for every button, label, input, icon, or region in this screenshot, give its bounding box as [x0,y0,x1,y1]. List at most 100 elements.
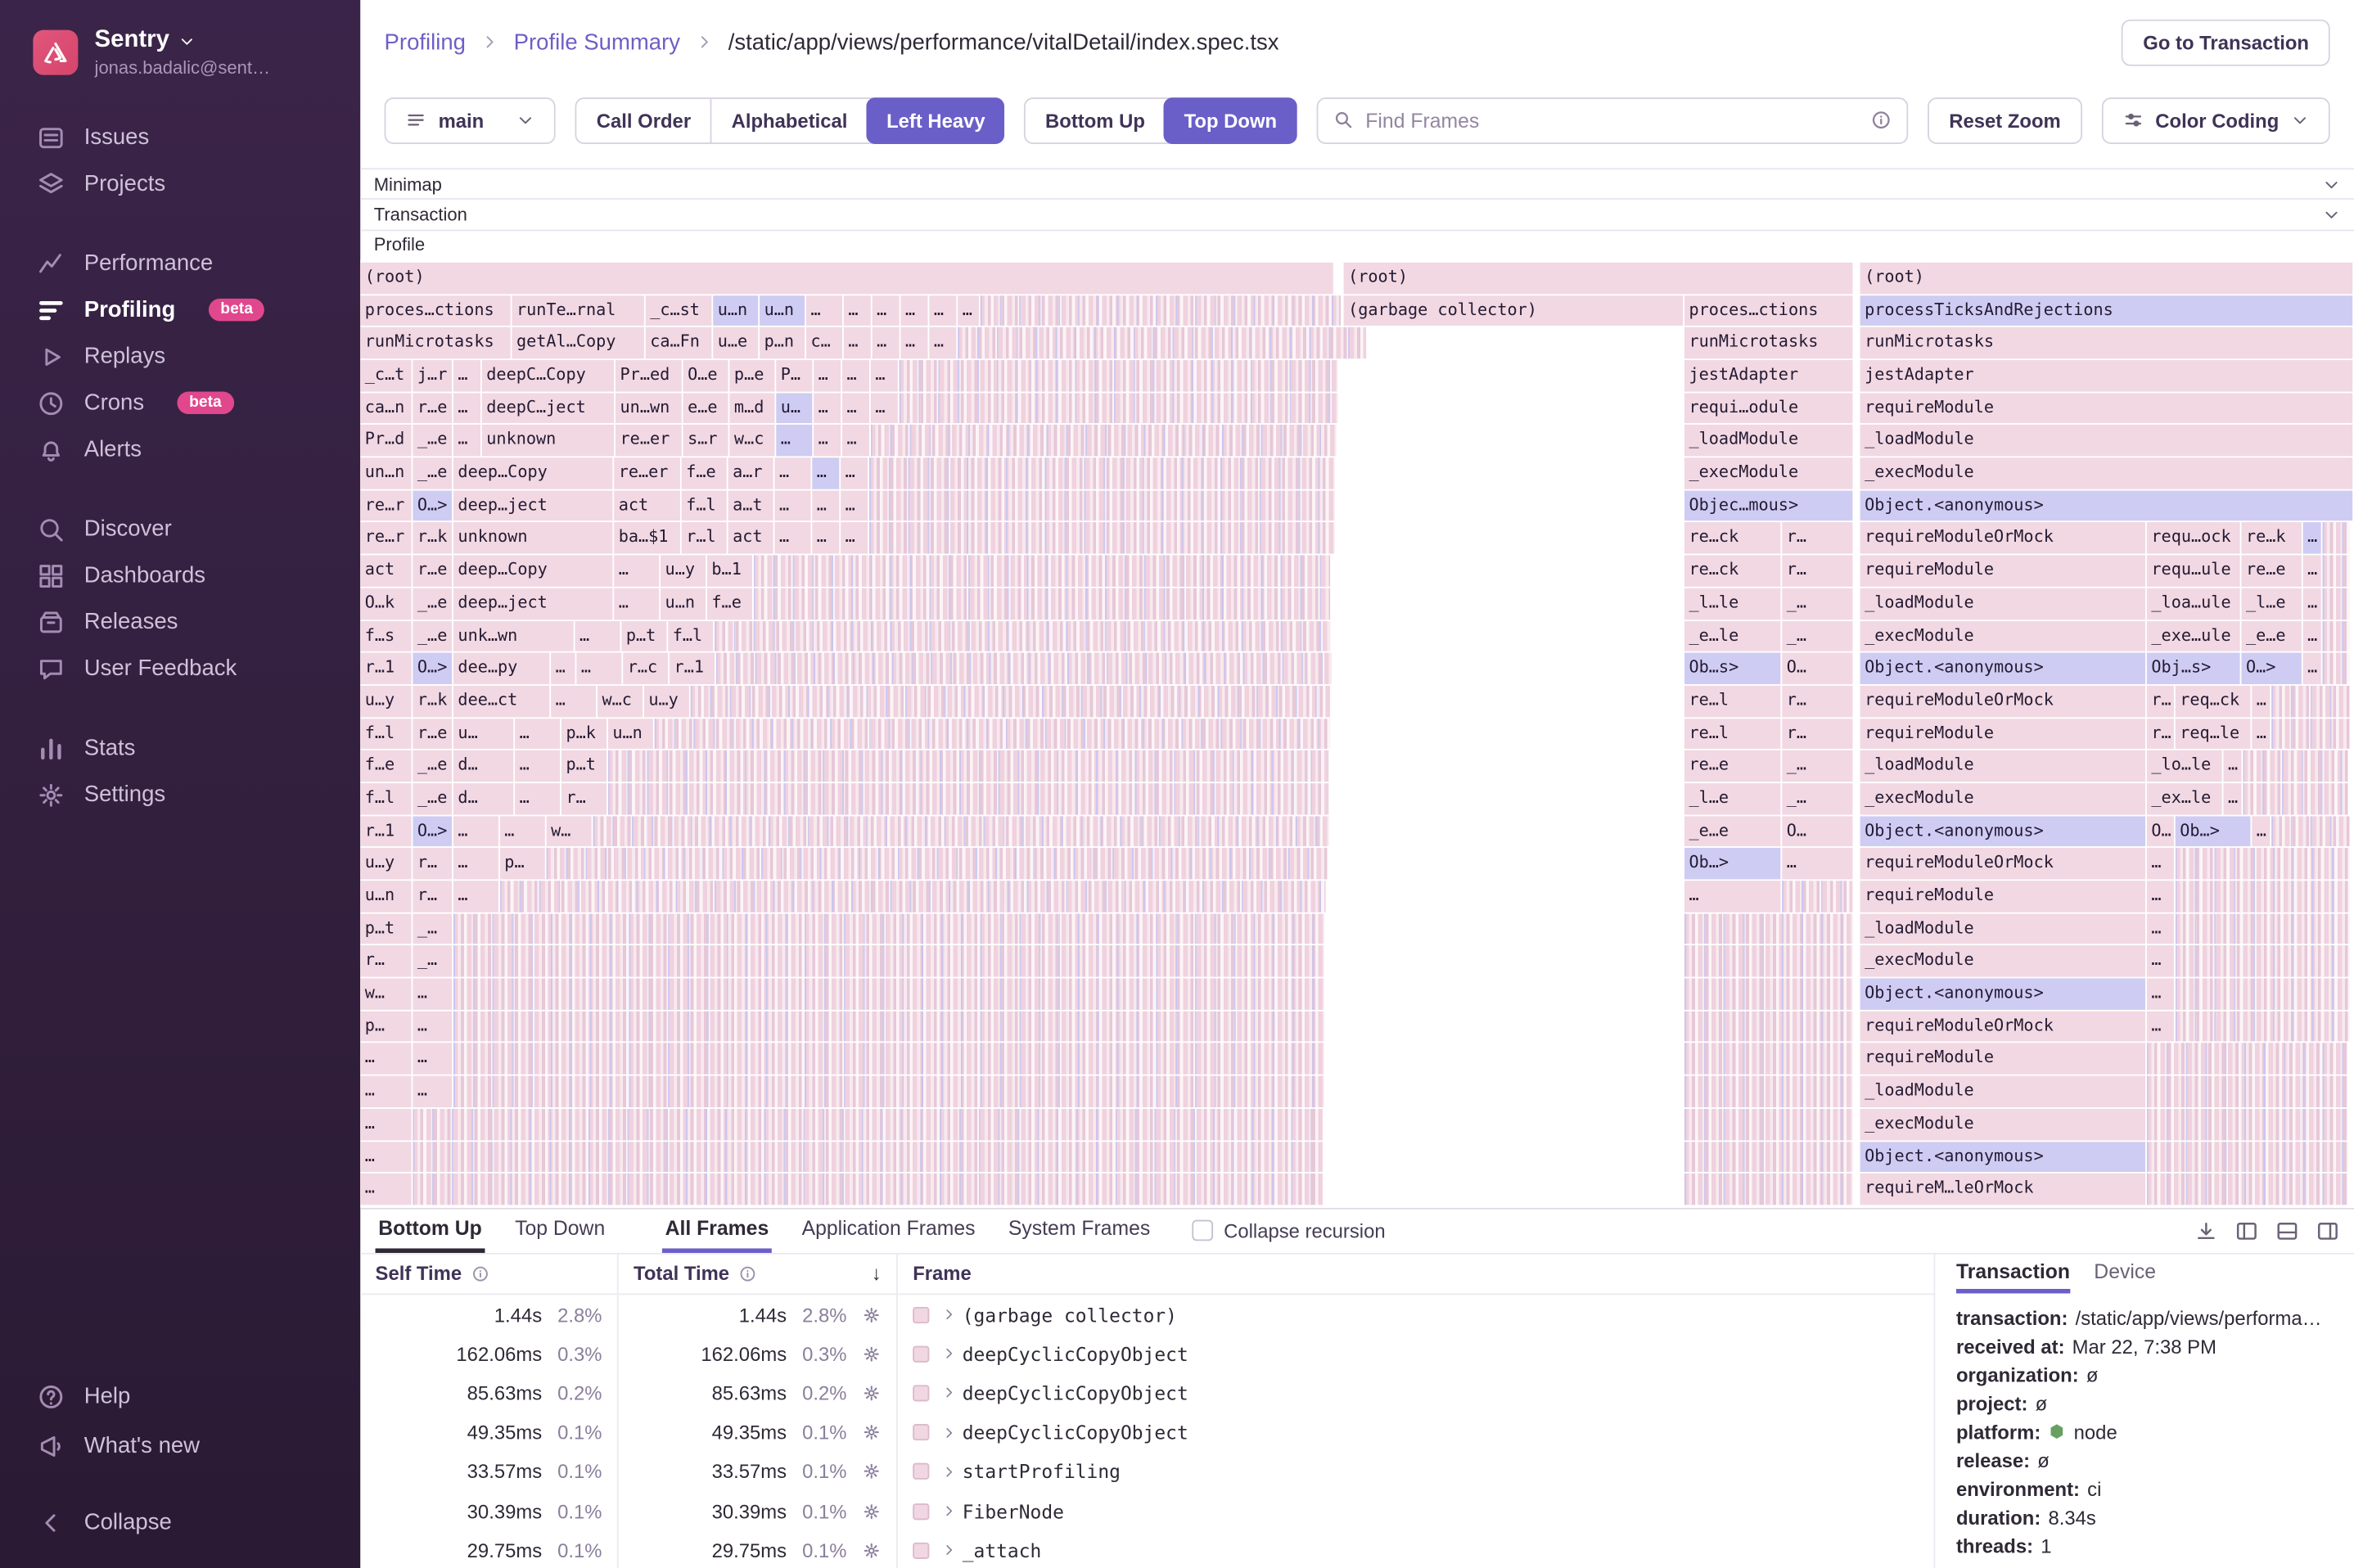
flame-frames-dense[interactable] [453,1043,1324,1075]
flame-frame[interactable]: … [453,849,498,880]
flame-frame[interactable]: … [774,523,810,554]
sidebar-item-issues[interactable]: Issues [0,114,360,160]
flame-frame[interactable]: un…n [360,457,411,489]
flame-frames-dense[interactable] [1684,913,1852,944]
flame-frame[interactable]: _…e [413,588,452,619]
flame-frame[interactable]: ba…$1 [614,523,680,554]
flame-frame[interactable]: Obj…s> [2147,653,2240,684]
flame-frame[interactable]: O…> [413,653,452,684]
flame-frame[interactable]: (root) [1860,263,2353,294]
flame-frame[interactable]: w…c [729,426,774,457]
flame-frame[interactable]: … [2303,556,2321,587]
panel-row-profile[interactable]: Profile [360,229,2354,259]
flame-frame[interactable]: _loadModule [1860,913,2145,944]
flame-frame[interactable]: _loadModule [1860,426,2353,457]
flame-frame[interactable]: dee…py [453,653,549,684]
flame-frame[interactable]: _execModule [1860,946,2145,977]
flame-frame[interactable]: _… [1782,588,1852,619]
flame-frame[interactable]: … [453,393,480,424]
flame-frame[interactable]: … [958,295,979,327]
flame-frame[interactable]: u…n [608,719,653,750]
flame-frames-dense[interactable] [2323,653,2350,684]
flame-frame[interactable]: Pr…ed [616,360,682,391]
sidebar-item-stats[interactable]: Stats [0,725,360,772]
flame-frame[interactable]: … [551,653,575,684]
flame-frame[interactable]: O… [1782,653,1852,684]
flame-frame[interactable]: re…r [360,490,411,521]
flame-frame[interactable]: u…y [360,686,411,717]
flame-frame[interactable]: runMicrotasks [1860,327,2353,358]
flame-frame[interactable]: O…> [413,490,452,521]
flame-frame[interactable]: act [728,523,773,554]
expand-chevron-icon[interactable] [941,1503,956,1518]
flame-frames-dense[interactable] [1684,1076,1852,1107]
flame-frame[interactable]: req…le [2176,719,2251,750]
flame-frame[interactable]: … [2223,750,2241,782]
flame-frame[interactable]: requireModule [1860,556,2145,587]
flame-frame[interactable]: _c…st [646,295,712,327]
flame-frame[interactable]: f…l [682,490,727,521]
flame-frame[interactable]: requireModuleOrMock [1860,523,2145,554]
flame-frame[interactable]: act [614,490,680,521]
flame-frames-dense[interactable] [453,979,1324,1010]
flame-frame[interactable]: … [871,360,898,391]
flame-frame[interactable]: u…e [713,327,758,358]
flame-frame[interactable]: O… [1782,816,1852,847]
flame-frames-dense[interactable] [2323,588,2350,619]
flame-frame[interactable]: p…k [561,719,607,750]
flame-frame[interactable]: Ob…> [2176,816,2251,847]
flame-frame[interactable]: O… [2147,816,2174,847]
find-frames-search[interactable] [1316,97,1909,143]
flame-frame[interactable]: … [576,653,621,684]
layout-left-icon[interactable] [2235,1220,2258,1243]
direction-bottom-up[interactable]: Bottom Up [1026,98,1165,142]
flame-frames-dense[interactable] [608,750,1328,782]
flame-frame[interactable]: … [873,295,900,327]
flame-frame[interactable]: _…e [413,750,452,782]
flame-frame[interactable]: … [841,490,868,521]
flame-frame[interactable]: … [806,295,842,327]
flame-frame[interactable]: r…k [413,523,452,554]
frame-settings-button[interactable] [862,1304,882,1324]
flame-frame[interactable]: Ob…> [1684,849,1780,880]
frame-settings-button[interactable] [862,1540,882,1560]
sort-alphabetical[interactable]: Alphabetical [710,98,867,142]
flame-frame[interactable]: u… [453,719,513,750]
flame-frames-dense[interactable] [2147,1141,2348,1172]
flame-frames-dense[interactable] [716,653,1332,684]
color-coding-button[interactable]: Color Coding [2101,97,2329,143]
flame-frame[interactable]: … [774,490,810,521]
flame-frame[interactable]: a…r [728,457,773,489]
flame-frame[interactable]: Object.<anonymous> [1860,979,2145,1010]
expand-chevron-icon[interactable] [941,1464,956,1479]
table-row[interactable]: 29.75ms0.1%29.75ms0.1%_attach [360,1530,1933,1568]
flame-frames-dense[interactable] [871,426,1337,457]
flame-frame[interactable]: _execModule [1860,1109,2145,1140]
flame-frame[interactable]: (garbage collector) [1344,295,1684,327]
flame-frame[interactable]: processTicksAndRejections [1860,295,2353,327]
total-time-header[interactable]: Total Time [634,1263,729,1286]
flame-frame[interactable]: c… [806,327,842,358]
sort-left-heavy[interactable]: Left Heavy [865,97,1004,143]
flame-frame[interactable]: r…1 [360,653,411,684]
flame-frame[interactable]: … [453,360,480,391]
sidebar-item-user-feedback[interactable]: User Feedback [0,645,360,692]
flame-frame[interactable]: f…l [360,719,411,750]
flame-frame[interactable]: … [841,523,868,554]
flame-frame[interactable]: Object.<anonymous> [1860,1141,2145,1172]
flame-frame[interactable]: requireModuleOrMock [1860,686,2145,717]
flame-frames-dense[interactable] [1684,1109,1852,1140]
flame-frame[interactable]: u…n [360,881,411,912]
flame-frame[interactable]: re…e [2241,556,2301,587]
flame-frame[interactable]: a…t [728,490,773,521]
flame-frame[interactable]: r…k [413,686,452,717]
sidebar-item-dashboards[interactable]: Dashboards [0,552,360,599]
flame-frame[interactable]: … [575,620,620,651]
sidebar-item-profiling[interactable]: Profilingbeta [0,286,360,333]
flame-frame[interactable]: r…1 [360,816,411,847]
flame-frame[interactable]: e…e [683,393,728,424]
flame-frame[interactable]: _lo…le [2147,750,2222,782]
flame-frame[interactable]: … [360,1043,411,1075]
table-row[interactable]: 33.57ms0.1%33.57ms0.1%startProfiling [360,1452,1933,1491]
flame-frame[interactable]: ca…Fn [646,327,712,358]
